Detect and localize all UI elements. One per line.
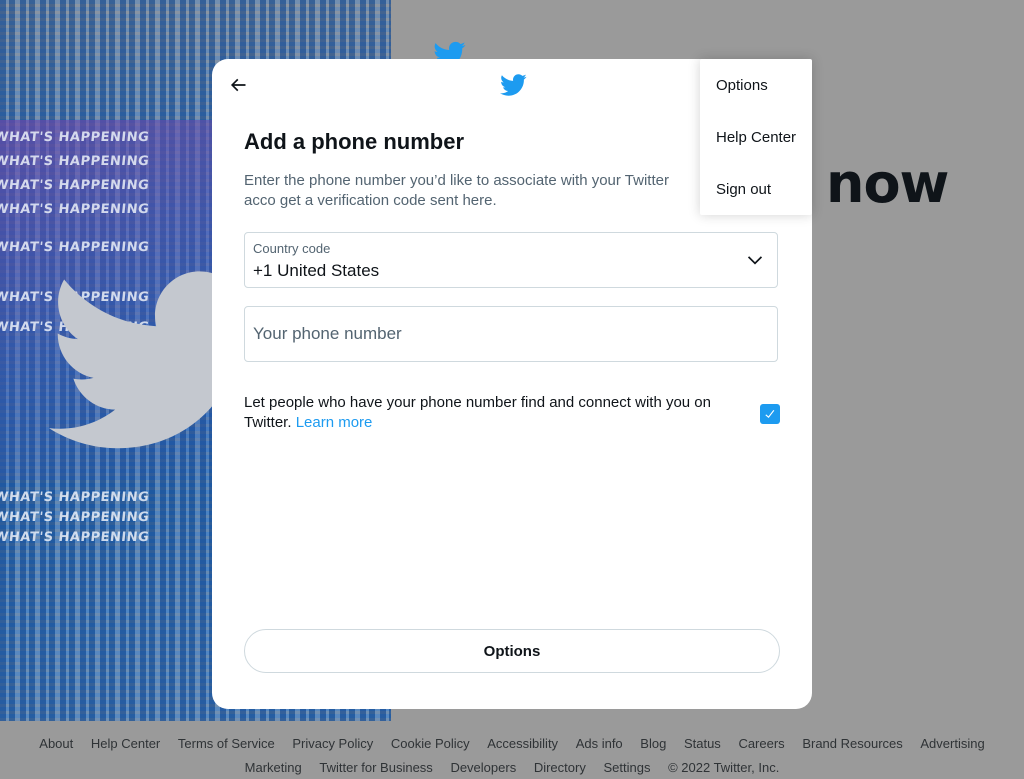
dialog-subtitle: Enter the phone number you’d like to ass… [244,172,669,209]
options-menu: Options Help Center Sign out [700,59,812,215]
twitter-bird-icon [500,74,527,96]
checkmark-icon [765,409,775,419]
chevron-down-icon [747,256,763,265]
footer-link-help-center[interactable]: Help Center [91,736,160,751]
footer-link-terms[interactable]: Terms of Service [178,736,275,751]
footer-link-privacy[interactable]: Privacy Policy [292,736,373,751]
background-headline: now [826,152,949,215]
country-code-label: Country code [253,241,331,256]
footer-link-about[interactable]: About [39,736,73,751]
footer-link-ads-info[interactable]: Ads info [576,736,623,751]
arrow-left-icon [230,78,246,92]
menu-item-options[interactable]: Options [700,59,812,111]
dialog-title: Add a phone number [244,129,464,154]
learn-more-link[interactable]: Learn more [296,414,373,431]
discoverability-text: Let people who have your phone number fi… [244,393,734,433]
footer-link-status[interactable]: Status [684,736,721,751]
discoverability-checkbox[interactable] [760,404,780,424]
footer-link-cookie[interactable]: Cookie Policy [391,736,470,751]
footer-nav: About Help Center Terms of Service Priva… [0,733,1024,775]
menu-item-sign-out[interactable]: Sign out [700,163,812,215]
menu-item-help-center[interactable]: Help Center [700,111,812,163]
phone-number-field[interactable] [244,306,778,362]
phone-number-input[interactable] [245,307,777,361]
footer-link-accessibility[interactable]: Accessibility [487,736,558,751]
footer-link-brand-resources[interactable]: Brand Resources [802,736,902,751]
footer-row-2: Marketing Twitter for Business Developer… [0,757,1024,779]
back-button[interactable] [226,73,250,97]
footer-link-advertising[interactable]: Advertising [920,736,984,751]
country-code-value: +1 United States [253,261,380,280]
options-button[interactable]: Options [244,629,780,673]
footer-link-blog[interactable]: Blog [640,736,666,751]
country-code-select[interactable]: Country code +1 United States [244,232,778,288]
footer-link-careers[interactable]: Careers [738,736,784,751]
